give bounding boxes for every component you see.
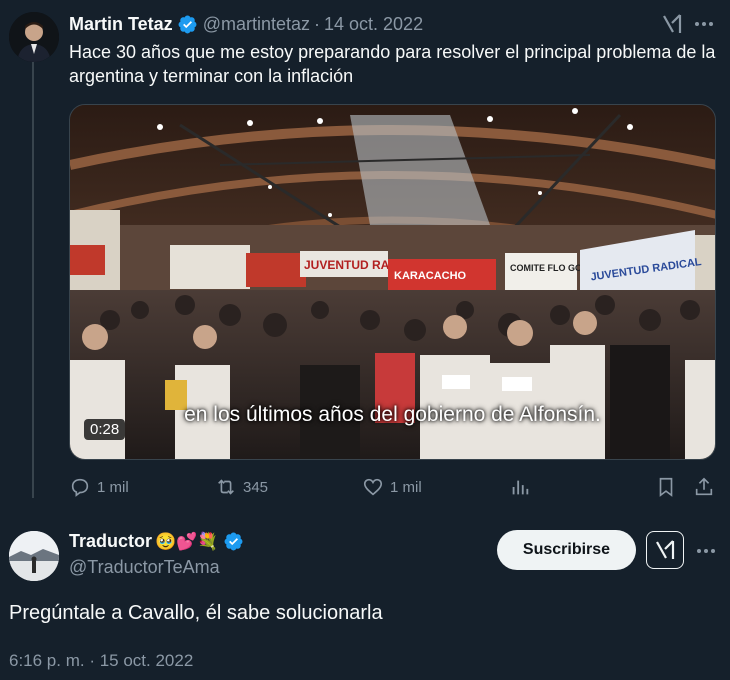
verified-badge-icon	[178, 15, 197, 33]
reply-count: 1 mil	[97, 478, 129, 496]
tweet-date[interactable]: 14 oct. 2022	[324, 14, 423, 35]
reply-timestamp[interactable]: 6:16 p. m. · 15 oct. 2022	[9, 651, 193, 671]
share-action[interactable]	[693, 476, 721, 498]
more-icon[interactable]	[694, 21, 714, 27]
reply-text: Pregúntale a Cavallo, él sabe solucionar…	[9, 602, 383, 624]
reply-icon	[71, 478, 89, 497]
author-avatar[interactable]	[9, 12, 59, 62]
repost-action[interactable]: 345	[215, 476, 268, 498]
author-name[interactable]: Martin Tetaz	[69, 14, 173, 35]
views-icon	[512, 480, 529, 495]
repost-count: 345	[243, 478, 269, 496]
tweet-text: Hace 30 años que me estoy preparando par…	[69, 42, 716, 86]
header-separator: ·	[314, 13, 320, 34]
banner-2-text: KARACACHO	[394, 270, 467, 282]
author-handle[interactable]: @martintetaz	[203, 14, 310, 35]
video-player[interactable]: JUVENTUD RADICAL KARACACHO COMITE FLO GO…	[69, 104, 716, 460]
grok-icon[interactable]	[661, 12, 683, 36]
more-icon[interactable]	[696, 548, 716, 554]
tweet-header: Martin Tetaz @martintetaz · 14 oct. 2022	[69, 12, 423, 36]
reply-action[interactable]: 1 mil	[69, 476, 129, 498]
subscribe-button[interactable]: Suscribirse	[497, 530, 636, 570]
reply-author-handle[interactable]: @TraductorTeAma	[69, 557, 220, 578]
grok-icon	[656, 540, 675, 559]
repost-icon	[218, 479, 234, 495]
reply-author-emojis: 🥹💕💐	[155, 531, 219, 552]
reply-header: Traductor 🥹💕💐	[69, 531, 244, 552]
video-subtitle: en los últimos años del gobierno de Alfo…	[184, 403, 601, 426]
views-action[interactable]	[509, 476, 537, 498]
share-icon	[695, 477, 713, 496]
thread-connector-line	[32, 62, 34, 498]
bookmark-action[interactable]	[655, 476, 683, 498]
video-duration-badge: 0:28	[84, 419, 126, 440]
grok-button[interactable]	[646, 531, 684, 569]
like-count: 1 mil	[390, 478, 422, 496]
like-icon	[363, 478, 383, 496]
reply-author-name[interactable]: Traductor	[69, 531, 152, 552]
like-action[interactable]: 1 mil	[362, 476, 422, 498]
bookmark-icon	[659, 477, 673, 497]
tweet-action-bar: 1 mil 345 1 mil	[69, 476, 716, 502]
verified-badge-icon	[224, 532, 242, 551]
reply-author-avatar[interactable]	[9, 531, 59, 581]
